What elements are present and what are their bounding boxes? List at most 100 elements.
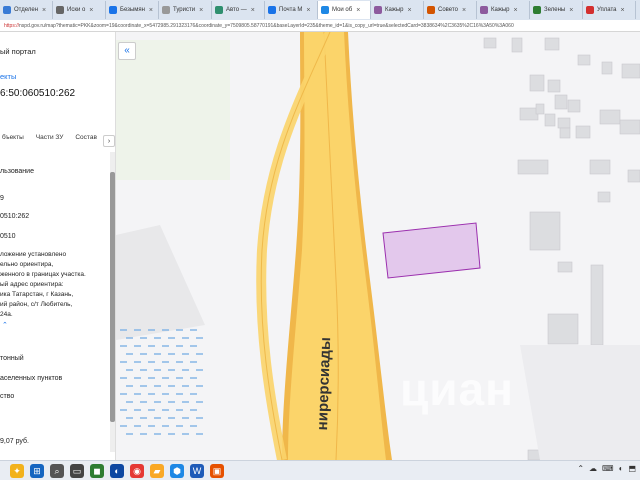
taskbar-app-icon[interactable]: ◉ <box>130 463 144 478</box>
field-value-6: ство <box>0 393 15 400</box>
tab-label: Кажыр <box>491 7 510 13</box>
tabs-next-button[interactable]: › <box>103 135 115 147</box>
tab-composition[interactable]: Состав <box>75 134 97 146</box>
tab-close-icon[interactable]: × <box>149 7 153 14</box>
tab-close-icon[interactable]: × <box>199 7 203 14</box>
collapse-panel-button[interactable]: « <box>118 42 136 60</box>
tab-close-icon[interactable]: × <box>621 7 625 14</box>
portal-title: ый портал <box>0 47 36 56</box>
address-line: ельно ориентира, <box>0 261 54 268</box>
address-bar[interactable]: https://nspd.gov.ru/map?thematic=PKK&zoo… <box>0 20 640 32</box>
tab-favicon-icon <box>268 6 276 14</box>
building <box>599 109 621 125</box>
tab-label: Кажыр <box>385 7 404 13</box>
taskbar-app-icon[interactable]: ✦ <box>10 463 24 478</box>
url-text[interactable]: https://nspd.gov.ru/map?thematic=PKK&zoo… <box>4 23 514 29</box>
browser-tab[interactable]: Совето × <box>424 1 477 19</box>
address-line: ый адрес ориентира: <box>0 281 64 288</box>
objects-link[interactable]: екты <box>0 72 16 81</box>
building <box>547 313 579 345</box>
building <box>483 37 497 49</box>
taskbar-app-icon[interactable]: ▰ <box>150 463 164 478</box>
building <box>529 74 545 92</box>
tab-close-icon[interactable]: × <box>569 7 573 14</box>
building <box>601 61 613 75</box>
tab-label: Совето <box>438 7 458 13</box>
taskbar-app-icon[interactable]: ◼ <box>90 463 104 478</box>
browser-tab[interactable]: Иски о × <box>53 1 106 19</box>
building <box>589 159 611 175</box>
tray-icon[interactable]: ⌃ <box>577 464 584 473</box>
field-value-5: аселенных пунктов <box>0 375 63 382</box>
taskbar-app-icon[interactable]: ▣ <box>210 463 224 478</box>
taskbar-app-icon[interactable]: ⌕ <box>50 463 64 478</box>
tab-close-icon[interactable]: × <box>251 7 255 14</box>
tab-objects[interactable]: бъекты <box>2 134 24 146</box>
tab-close-icon[interactable]: × <box>408 7 412 14</box>
tab-label: Отделен <box>14 7 39 13</box>
building <box>554 94 568 110</box>
tab-label: Безымян <box>120 7 145 13</box>
browser-tab[interactable]: Авто — × <box>212 1 265 19</box>
map-view[interactable] <box>116 32 640 460</box>
tab-favicon-icon <box>56 6 64 14</box>
browser-tab[interactable]: Уплата × <box>583 1 636 19</box>
address-line: ложение установлено <box>0 251 67 258</box>
building <box>519 107 539 121</box>
browser-tab[interactable]: Кажыр × <box>371 1 424 19</box>
map-canvas[interactable] <box>116 32 640 460</box>
field-value-4: тонный <box>0 355 24 362</box>
browser-tab[interactable]: Отделен × <box>0 1 53 19</box>
green-area <box>116 40 230 180</box>
browser-tab[interactable]: Почта M × <box>265 1 318 19</box>
tab-favicon-icon <box>480 6 488 14</box>
browser-tab-bar: Отделен × Иски о × Безымян × Туристи × Авто — × По… <box>0 0 640 20</box>
tray-icon[interactable]: ⌨ <box>602 464 614 473</box>
building <box>559 127 571 139</box>
tab-label: Зелены <box>544 7 566 13</box>
tab-favicon-icon <box>533 6 541 14</box>
tab-close-icon[interactable]: × <box>89 7 93 14</box>
address-line: женного в границах участка. <box>0 271 86 278</box>
building <box>511 37 523 53</box>
tab-close-icon[interactable]: × <box>356 7 360 14</box>
panel-scrollbar-thumb[interactable] <box>110 172 115 422</box>
tab-label: Почта M <box>279 7 303 13</box>
field-value-3: 0510 <box>0 233 16 240</box>
watermark: циан <box>400 363 514 415</box>
tab-favicon-icon <box>427 6 435 14</box>
tab-parts[interactable]: Части ЗУ <box>36 134 64 146</box>
tab-close-icon[interactable]: × <box>306 7 310 14</box>
building <box>529 211 561 251</box>
hatched-area <box>520 345 640 460</box>
browser-tab[interactable]: Безымян × <box>106 1 159 19</box>
tab-close-icon[interactable]: × <box>462 7 466 14</box>
tray-icon[interactable]: ◐ <box>619 464 624 473</box>
tab-close-icon[interactable]: × <box>514 7 518 14</box>
browser-tab[interactable]: Мои об × <box>318 1 371 19</box>
taskbar-app-icon[interactable]: ⬢ <box>170 463 184 478</box>
selected-parcel[interactable] <box>382 222 481 279</box>
taskbar-app-icon[interactable]: ◐ <box>110 463 124 478</box>
tab-favicon-icon <box>3 6 11 14</box>
taskbar-app-icon[interactable]: W <box>190 463 204 478</box>
tab-label: Туристи <box>173 7 196 13</box>
tab-label: Мои об <box>332 7 353 13</box>
tray-icon[interactable]: ☁ <box>589 464 597 473</box>
building <box>621 63 640 79</box>
collapse-chevron-icon[interactable]: ⌃ <box>2 321 8 329</box>
browser-tab[interactable]: Кажыр × <box>477 1 530 19</box>
tab-close-icon[interactable]: × <box>42 7 46 14</box>
building <box>619 119 640 135</box>
building <box>597 191 611 203</box>
browser-tab[interactable]: Зелены × <box>530 1 583 19</box>
taskbar-app-icon[interactable]: ⊞ <box>30 463 44 478</box>
taskbar-app-icon[interactable]: ▭ <box>70 463 84 478</box>
cadastral-number: 6:50:060510:262 <box>0 88 76 99</box>
building <box>547 79 561 93</box>
building <box>544 37 560 51</box>
building <box>577 54 591 66</box>
address-line: ика Татарстан, г Казань, <box>0 291 74 298</box>
browser-tab[interactable]: Туристи × <box>159 1 212 19</box>
tray-icon[interactable]: ⬒ <box>628 464 636 473</box>
